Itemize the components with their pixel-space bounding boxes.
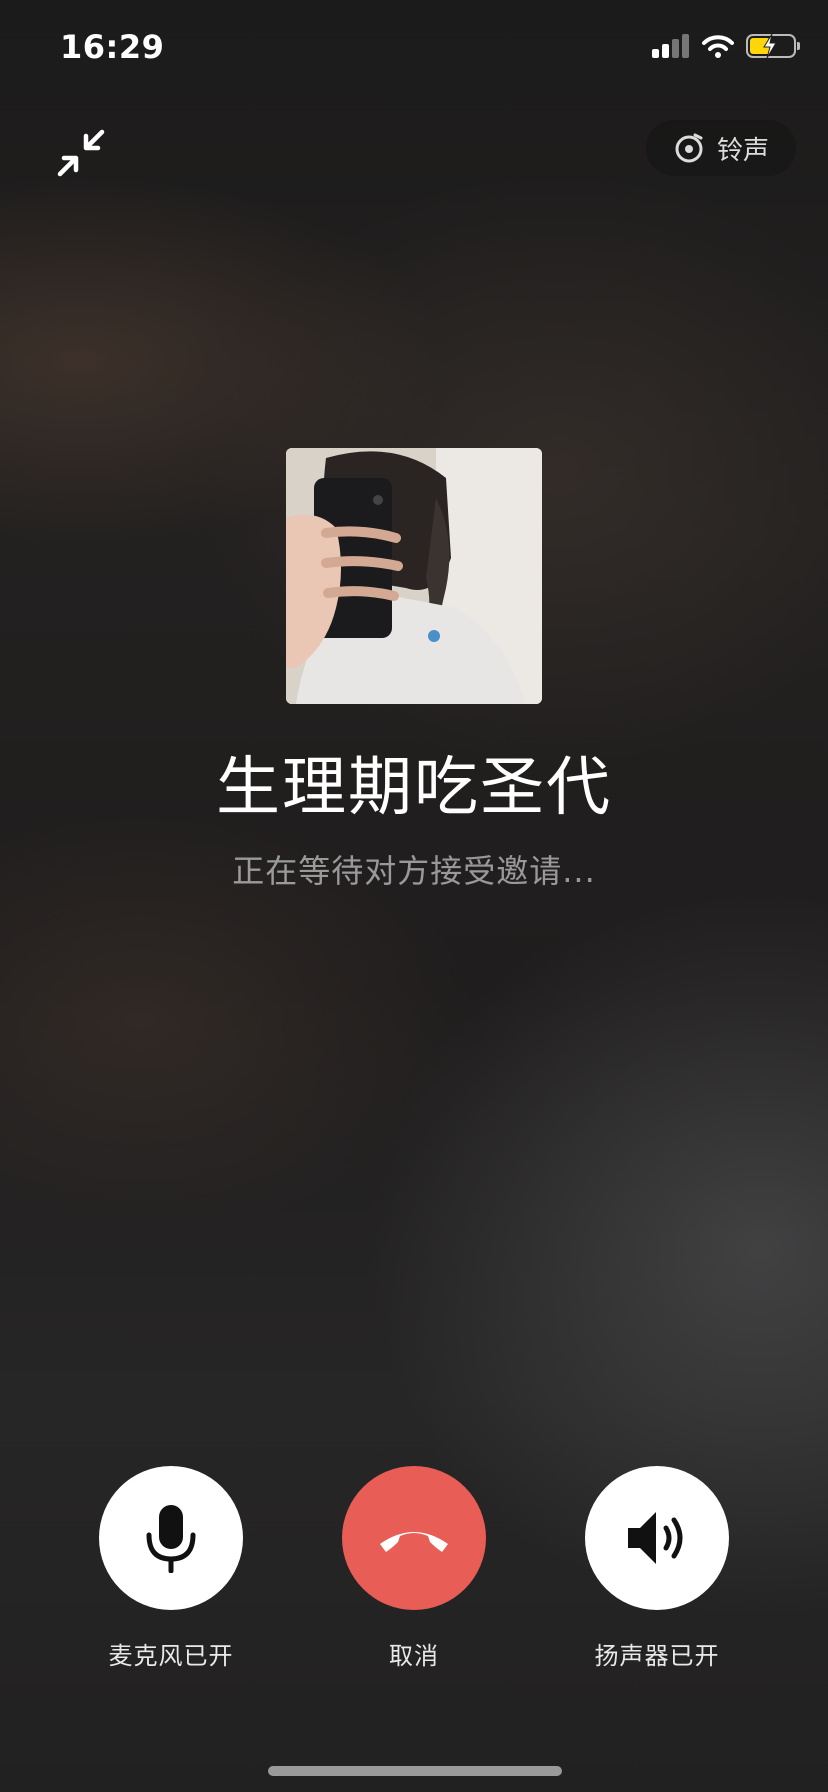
microphone-label: 麦克风已开 <box>108 1642 234 1670</box>
cancel-call-button[interactable] <box>342 1466 486 1610</box>
wifi-icon <box>702 35 734 58</box>
speaker-label: 扬声器已开 <box>594 1642 720 1670</box>
microphone-icon <box>146 1505 196 1573</box>
status-icons <box>652 34 800 58</box>
ringtone-label: 铃声 <box>716 135 769 166</box>
minimize-button[interactable] <box>54 126 108 180</box>
cellular-signal-icon <box>652 34 689 58</box>
caller-name: 生理期吃圣代 <box>216 751 612 825</box>
status-time: 16:29 <box>60 28 165 66</box>
cancel-label: 取消 <box>389 1642 439 1670</box>
speaker-control[interactable]: 扬声器已开 <box>557 1466 757 1671</box>
cancel-control[interactable]: 取消 <box>314 1466 514 1671</box>
status-bar: 16:29 <box>0 0 828 100</box>
minimize-arrows-icon <box>57 129 105 177</box>
avatar-photo <box>286 448 542 704</box>
microphone-button[interactable] <box>99 1466 243 1610</box>
ringtone-button[interactable]: 铃声 <box>646 120 796 176</box>
microphone-control[interactable]: 麦克风已开 <box>71 1466 271 1671</box>
speaker-button[interactable] <box>585 1466 729 1610</box>
ringtone-disc-icon <box>675 133 703 163</box>
home-indicator[interactable] <box>268 1766 562 1776</box>
caller-avatar <box>286 448 542 704</box>
speaker-icon <box>628 1512 683 1564</box>
call-status: 正在等待对方接受邀请... <box>232 852 596 890</box>
hang-up-icon <box>380 1532 448 1552</box>
battery-icon <box>746 34 800 58</box>
